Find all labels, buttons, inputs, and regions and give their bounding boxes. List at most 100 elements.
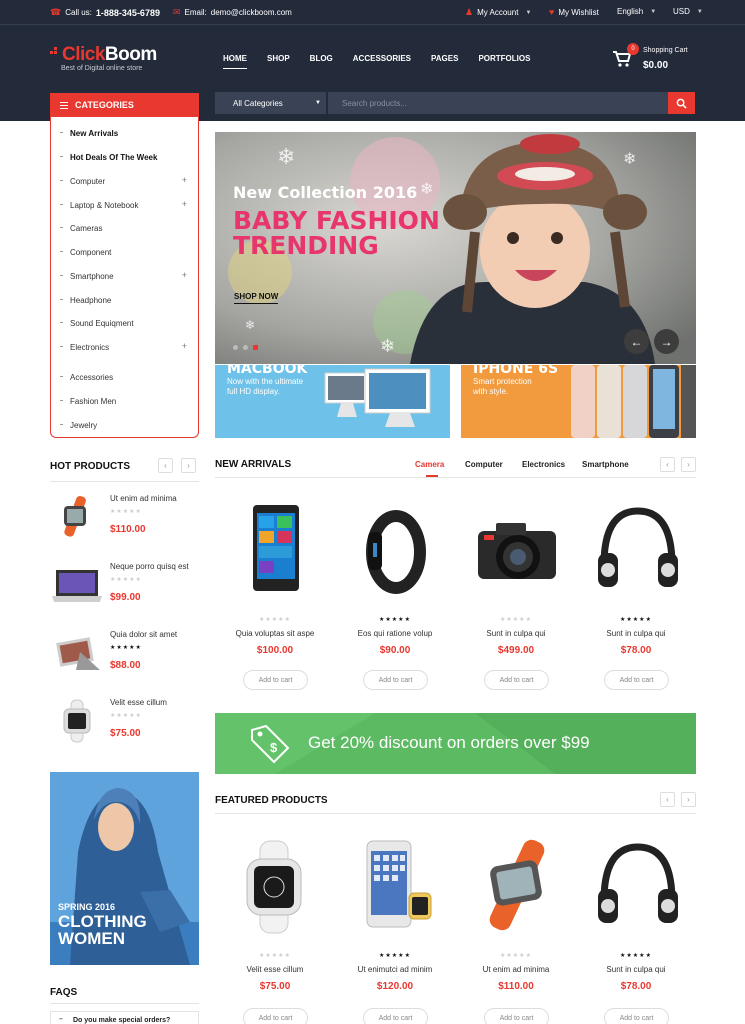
shop-now-link[interactable]: SHOP NOW — [234, 292, 279, 304]
nav-portfolios[interactable]: PORTFOLIOS — [478, 54, 530, 69]
hero-slider[interactable]: ❄ ❄ ❄ ❄ ❄ New Collection 2016 BABY FASHI… — [215, 132, 696, 364]
expand-icon[interactable]: + — [182, 199, 187, 209]
slider-next-arrow-icon[interactable]: → — [654, 329, 679, 354]
currency-select[interactable]: USD ▼ — [673, 7, 703, 16]
dropdown-arrow-icon: ▼ — [315, 100, 321, 106]
product-name[interactable]: Ut enimutci ad minim — [335, 965, 455, 974]
expand-icon[interactable]: + — [182, 175, 187, 185]
prev-arrow-icon[interactable]: ‹ — [660, 457, 675, 472]
product-name[interactable]: Velit esse cillum — [215, 965, 335, 974]
product-name[interactable]: Quia dolor sit amet — [110, 630, 177, 639]
rating-stars: ★★★★★ — [379, 617, 411, 623]
product-name[interactable]: Sunt in culpa qui — [456, 629, 576, 638]
add-to-cart-button[interactable]: Add to cart — [604, 670, 669, 690]
category-item[interactable]: Smartphone + — [51, 266, 198, 286]
phone-info: ☎ Call us: 1-888-345-6789 — [50, 7, 160, 18]
hot-product-item[interactable]: Neque porro quisq est ★★★★★ $99.00 — [50, 562, 200, 622]
email-address[interactable]: demo@clickboom.com — [211, 8, 292, 17]
category-item[interactable]: Headphone — [51, 290, 198, 310]
discount-banner[interactable]: $ Get 20% discount on orders over $99 — [215, 713, 696, 774]
hot-product-item[interactable]: Quia dolor sit amet ★★★★★ $88.00 — [50, 630, 200, 690]
category-item[interactable]: Sound Equiqment — [51, 313, 198, 333]
slide-dot[interactable] — [233, 345, 238, 350]
nav-blog[interactable]: BLOG — [310, 54, 333, 69]
category-item[interactable]: Computer + — [51, 171, 198, 191]
logo-text-click: Click — [62, 44, 105, 65]
language-select[interactable]: English ▼ — [617, 7, 656, 16]
shopping-cart[interactable]: 0 Shopping Cart $0.00 — [612, 43, 702, 75]
tab-computer[interactable]: Computer — [465, 460, 503, 469]
nav-pages[interactable]: PAGES — [431, 54, 458, 69]
banner-iphone[interactable]: IPHONE 6S Smart protection with style. — [461, 365, 696, 438]
expand-icon[interactable]: + — [182, 270, 187, 280]
wishlist-link[interactable]: ♥ My Wishlist — [549, 7, 599, 17]
category-label: Headphone — [70, 295, 112, 305]
faq-question[interactable]: Do you make special orders? — [50, 1011, 199, 1024]
category-item[interactable]: Hot Deals Of The Week — [51, 147, 198, 167]
category-item[interactable]: Cameras — [51, 218, 198, 238]
slide-title-line1: BABY FASHION — [233, 206, 440, 235]
category-item[interactable]: New Arrivals — [51, 123, 198, 143]
svg-text:❄: ❄ — [623, 151, 636, 168]
product-price: $499.00 — [497, 645, 535, 656]
slide-dot-active[interactable] — [253, 345, 258, 350]
next-arrow-icon[interactable]: › — [681, 792, 696, 807]
product-name[interactable]: Eos qui ratione volup — [335, 629, 455, 638]
add-to-cart-button[interactable]: Add to cart — [363, 1008, 428, 1024]
add-to-cart-button[interactable]: Add to cart — [243, 1008, 308, 1024]
rating-stars: ★★★★★ — [620, 953, 652, 959]
tab-smartphone[interactable]: Smartphone — [582, 460, 629, 469]
ad-season: SPRING 2016 — [58, 902, 116, 912]
next-arrow-icon[interactable]: › — [681, 457, 696, 472]
category-item[interactable]: Accessories — [51, 367, 198, 387]
prev-arrow-icon[interactable]: ‹ — [158, 458, 173, 473]
product-name[interactable]: Ut enim ad minima — [456, 965, 576, 974]
product-name[interactable]: Sunt in culpa qui — [576, 965, 696, 974]
expand-icon[interactable]: + — [182, 341, 187, 351]
nav-accessories[interactable]: ACCESSORIES — [353, 54, 411, 69]
hot-product-item[interactable]: Ut enim ad minima ★★★★★ $110.00 — [50, 494, 200, 554]
product-name[interactable]: Neque porro quisq est — [110, 562, 189, 571]
category-item[interactable]: Laptop & Notebook + — [51, 195, 198, 215]
hot-product-item[interactable]: Velit esse cillum ★★★★★ $75.00 — [50, 698, 200, 758]
clothing-ad-banner[interactable]: SPRING 2016 CLOTHING WOMEN — [50, 772, 199, 965]
search-button[interactable] — [668, 92, 695, 114]
search-input[interactable] — [328, 92, 668, 114]
category-item[interactable]: Component — [51, 242, 198, 262]
category-label: Cameras — [70, 223, 103, 233]
smartwatch-white-image — [246, 840, 302, 934]
next-arrow-icon[interactable]: › — [181, 458, 196, 473]
my-account-link[interactable]: ♟ My Account ▼ — [465, 7, 531, 18]
add-to-cart-button[interactable]: Add to cart — [484, 1008, 549, 1024]
category-item[interactable]: Fashion Men — [51, 391, 198, 411]
product-name[interactable]: Sunt in culpa qui — [576, 629, 696, 638]
nav-shop[interactable]: SHOP — [267, 54, 290, 69]
prev-arrow-icon[interactable]: ‹ — [660, 792, 675, 807]
product-name[interactable]: Quia voluptas sit aspe — [215, 629, 335, 638]
slide-dot[interactable] — [243, 345, 248, 350]
product-name[interactable]: Velit esse cillum — [110, 698, 167, 707]
product-name[interactable]: Ut enim ad minima — [110, 494, 177, 503]
search-category-select[interactable]: All Categories ▼ — [215, 92, 326, 114]
product-price: $90.00 — [379, 645, 411, 656]
nav-home[interactable]: HOME — [223, 54, 247, 69]
banner-macbook[interactable]: MACBOOK Now with the ultimate full HD di… — [215, 365, 450, 438]
add-to-cart-button[interactable]: Add to cart — [604, 1008, 669, 1024]
chevron-down-icon: ▼ — [696, 8, 703, 15]
tab-camera[interactable]: Camera — [415, 460, 444, 469]
category-item[interactable]: Electronics + — [51, 337, 198, 357]
add-to-cart-button[interactable]: Add to cart — [243, 670, 308, 690]
tab-electronics[interactable]: Electronics — [522, 460, 565, 469]
svg-text:$: $ — [270, 740, 278, 755]
add-to-cart-button[interactable]: Add to cart — [484, 670, 549, 690]
fitness-band-image — [366, 510, 426, 594]
svg-text:❄: ❄ — [245, 318, 255, 332]
rating-stars: ★★★★★ — [379, 953, 411, 959]
add-to-cart-button[interactable]: Add to cart — [363, 670, 428, 690]
categories-header[interactable]: CATEGORIES — [50, 93, 199, 117]
banner-subtitle: Smart protection with style. — [473, 377, 532, 396]
slider-prev-arrow-icon[interactable]: ← — [624, 329, 649, 354]
product-price: $100.00 — [256, 645, 294, 656]
category-item[interactable]: Jewelry — [51, 415, 198, 435]
product-price: $88.00 — [110, 660, 141, 671]
